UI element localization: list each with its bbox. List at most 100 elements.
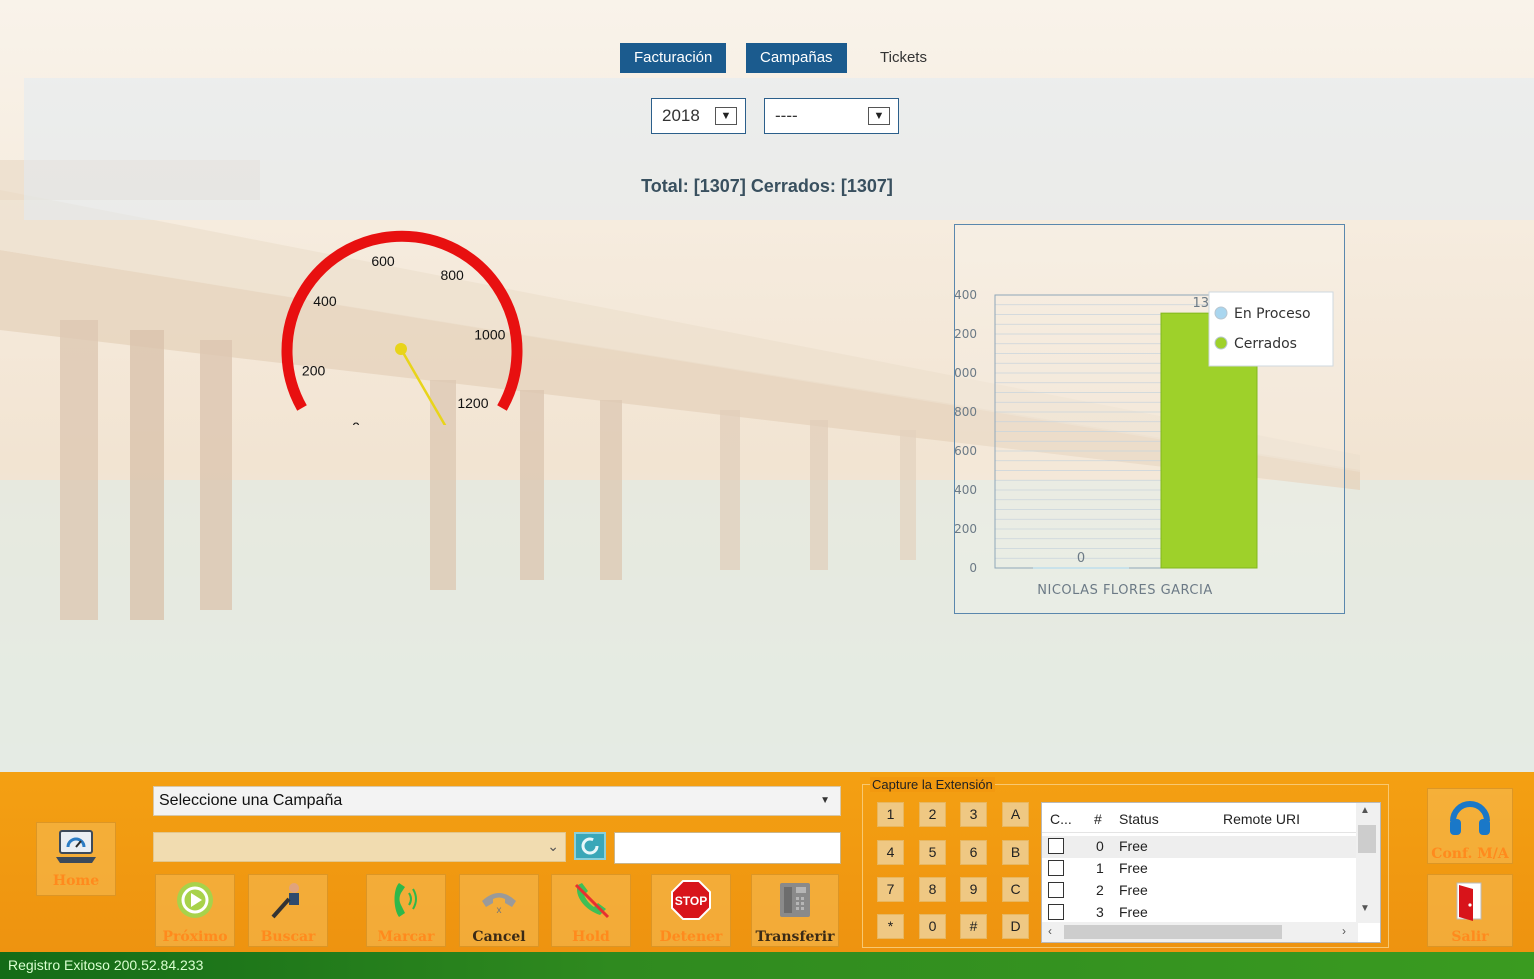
gauge-needle [399, 348, 447, 425]
keypad-key[interactable]: 2 [919, 802, 946, 827]
gauge-hub [395, 343, 407, 355]
keypad-key[interactable]: 3 [960, 802, 987, 827]
column-header-c[interactable]: C... [1050, 811, 1072, 827]
gauge: 0 200 400 600 800 1000 1200 [281, 230, 523, 425]
horizontal-scrollbar[interactable]: ‹ › [1042, 922, 1358, 942]
contact-select[interactable]: ⌄ [153, 832, 566, 862]
stop-button-label: Detener [659, 929, 723, 945]
stop-button[interactable]: STOP Detener [651, 874, 731, 947]
hold-button[interactable]: Hold [551, 874, 631, 947]
gauge-tick-label: 200 [302, 363, 326, 379]
table-row[interactable]: 0 Free [1042, 836, 1356, 858]
stop-sign-icon: STOP [670, 879, 712, 926]
table-row[interactable]: 2 Free [1042, 880, 1356, 902]
column-header-status[interactable]: Status [1119, 811, 1159, 827]
legend-marker [1214, 306, 1228, 320]
cancel-button-label: Cancel [472, 929, 526, 945]
scroll-up-icon[interactable]: ▲ [1360, 805, 1370, 816]
scroll-right-icon[interactable]: › [1342, 924, 1346, 938]
gauge-arc [281, 230, 523, 411]
column-header-number[interactable]: # [1094, 811, 1102, 827]
transfer-button-label: Transferir [755, 929, 835, 945]
chart-legend: En Proceso Cerrados [1208, 291, 1334, 367]
y-tick-label: 400 [955, 483, 977, 497]
laptop-dashboard-icon [54, 827, 98, 872]
cancel-button[interactable]: x Cancel [459, 874, 539, 947]
scroll-thumb[interactable] [1358, 825, 1376, 853]
next-button[interactable]: Próximo [155, 874, 235, 947]
year-select[interactable]: 2018 ▼ [651, 98, 746, 134]
keypad-key[interactable]: 6 [960, 840, 987, 865]
keypad-key[interactable]: C [1002, 877, 1029, 902]
keypad-key[interactable]: 9 [960, 877, 987, 902]
campaign-select-value: Seleccione una Campaña [159, 792, 343, 809]
gauge-tick-label: 600 [371, 253, 395, 269]
chevron-down-icon: ▼ [820, 795, 830, 806]
keypad-key[interactable]: 7 [877, 877, 904, 902]
stop-sign-text: STOP [675, 894, 707, 908]
tab-tickets[interactable]: Tickets [866, 43, 941, 73]
refresh-icon [581, 837, 599, 855]
gauge-tick-label: 1200 [457, 395, 488, 411]
campaign-select[interactable]: Seleccione una Campaña ▼ [153, 786, 841, 816]
column-header-remote-uri[interactable]: Remote URI [1223, 811, 1300, 827]
conf-button-label: Conf. M/A [1431, 846, 1509, 862]
keypad-key[interactable]: 8 [919, 877, 946, 902]
scroll-left-icon[interactable]: ‹ [1048, 924, 1052, 938]
exit-button[interactable]: Salir [1427, 874, 1513, 947]
line-status: Free [1119, 838, 1148, 854]
keypad-key[interactable]: 0 [919, 914, 946, 939]
keypad-key[interactable]: * [877, 914, 904, 939]
keypad-key[interactable]: 4 [877, 840, 904, 865]
hold-button-label: Hold [572, 929, 610, 945]
tab-facturacion[interactable]: Facturación [620, 43, 727, 73]
chart-panel: 020040060080010001200140001307NICOLAS FL… [946, 224, 1345, 614]
y-tick-label: 600 [955, 444, 977, 458]
phone-number-input[interactable] [614, 832, 841, 864]
lines-table[interactable]: C... # Status Remote URI 0 Free 1 Free 2… [1041, 802, 1381, 943]
conf-button[interactable]: Conf. M/A [1427, 788, 1513, 864]
bar-chart: 020040060080010001200140001307NICOLAS FL… [946, 288, 1334, 598]
line-status: Free [1119, 904, 1148, 920]
next-button-label: Próximo [162, 929, 228, 945]
exit-button-label: Salir [1451, 929, 1489, 945]
home-button[interactable]: Home [36, 822, 116, 896]
person-search-icon [267, 879, 309, 926]
x-category-label: NICOLAS FLORES GARCIA [1037, 583, 1212, 598]
search-button-label: Buscar [260, 929, 316, 945]
line-number: 2 [1096, 882, 1104, 898]
keypad-key[interactable]: # [960, 914, 987, 939]
bar-en-proceso [1033, 567, 1129, 569]
keypad-key[interactable]: 5 [919, 840, 946, 865]
phone-dial-icon [385, 879, 427, 926]
exit-door-icon [1447, 879, 1493, 930]
line-checkbox[interactable] [1048, 904, 1064, 920]
hangup-icon: x [478, 879, 520, 926]
line-checkbox[interactable] [1048, 860, 1064, 876]
tab-campanas[interactable]: Campañas [746, 43, 847, 73]
y-tick-label: 200 [955, 522, 977, 536]
refresh-button[interactable] [574, 832, 606, 860]
scroll-thumb[interactable] [1064, 925, 1282, 939]
vertical-scrollbar[interactable]: ▲ ▼ [1356, 803, 1380, 923]
period-select[interactable]: ---- ▼ [764, 98, 899, 134]
dial-button[interactable]: Marcar [366, 874, 446, 947]
transfer-button[interactable]: Transferir [751, 874, 839, 947]
svg-text:x: x [497, 905, 502, 916]
home-button-label: Home [52, 873, 100, 889]
dial-button-label: Marcar [377, 929, 435, 945]
year-select-value: 2018 [662, 106, 700, 125]
table-row[interactable]: 1 Free [1042, 858, 1356, 880]
search-button[interactable]: Buscar [248, 874, 328, 947]
line-number: 3 [1096, 904, 1104, 920]
scroll-down-icon[interactable]: ▼ [1360, 903, 1370, 914]
keypad-key[interactable]: 1 [877, 802, 904, 827]
legend-label: En Proceso [1234, 306, 1311, 322]
line-checkbox[interactable] [1048, 838, 1064, 854]
line-number: 0 [1096, 838, 1104, 854]
line-checkbox[interactable] [1048, 882, 1064, 898]
keypad-key[interactable]: D [1002, 914, 1029, 939]
table-row[interactable]: 3 Free [1042, 902, 1356, 924]
keypad-key[interactable]: B [1002, 840, 1029, 865]
keypad-key[interactable]: A [1002, 802, 1029, 827]
